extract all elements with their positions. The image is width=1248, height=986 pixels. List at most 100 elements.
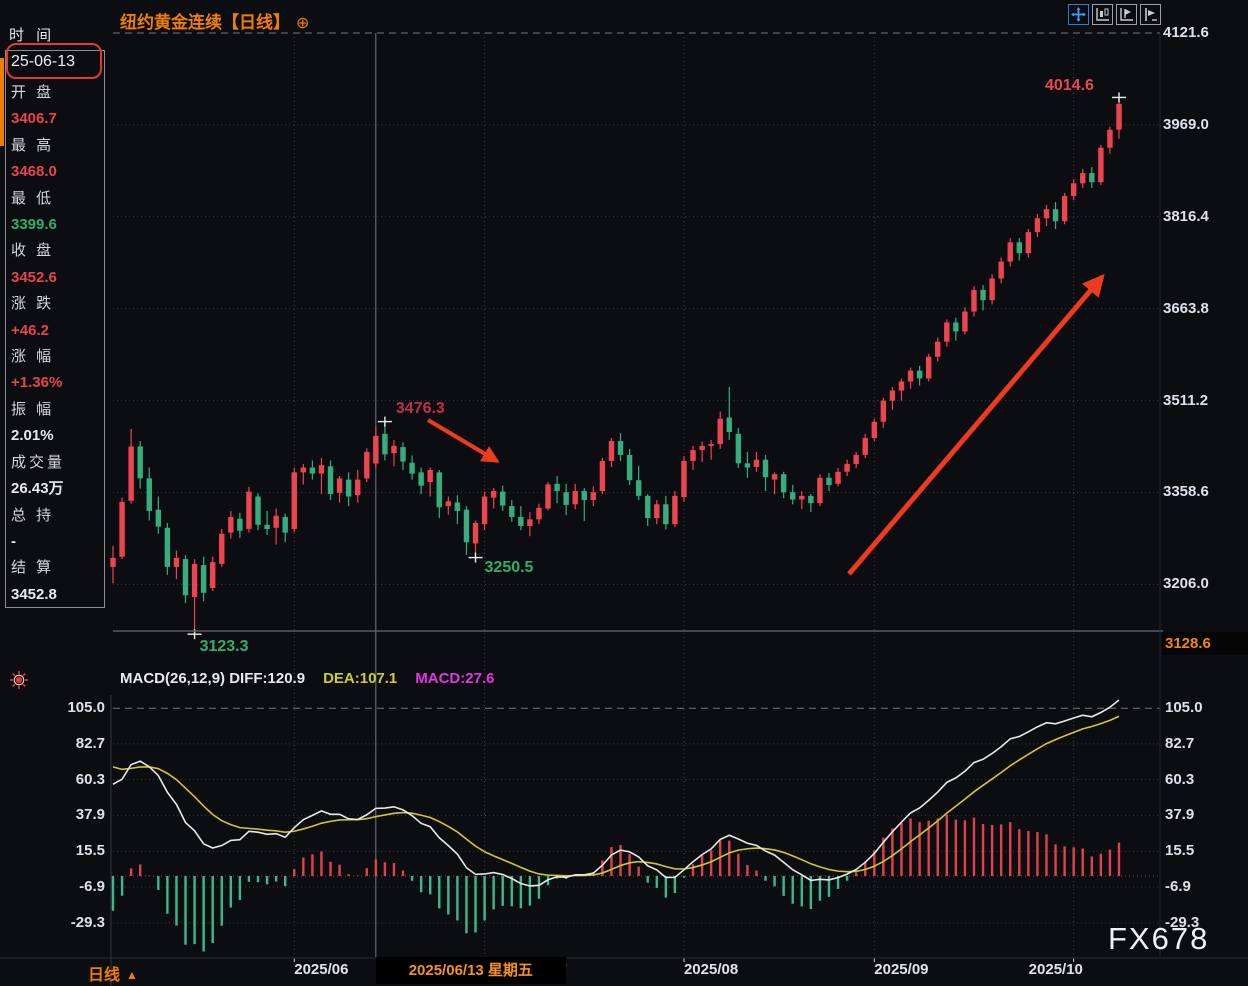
candle-body: [400, 447, 405, 461]
candle-body: [636, 480, 641, 496]
candle-body: [754, 460, 759, 467]
candle-body: [582, 491, 587, 500]
candle-body: [672, 496, 677, 524]
candle-body: [201, 565, 206, 593]
candle-body: [962, 312, 967, 332]
chart-toolbar: [1068, 4, 1161, 25]
candle-body: [255, 496, 260, 524]
chart-title: 纽约黄金连续【日线】 ⊕: [120, 8, 309, 33]
quote-rows: 开 盘3406.7最 高3468.0最 低3399.6收 盘3452.6涨 跌+…: [11, 80, 65, 608]
candle-body: [654, 504, 659, 518]
candle-body: [491, 491, 496, 498]
candle-body: [364, 452, 369, 478]
candle-body: [989, 278, 994, 300]
candle-body: [382, 434, 387, 454]
diff-line: [113, 700, 1119, 886]
macd-readout: MACD(26,12,9) DIFF:120.9DEA:107.1MACD:27…: [120, 670, 494, 687]
candle-body: [219, 534, 224, 564]
candle-body: [600, 461, 605, 491]
candle-body: [1035, 218, 1040, 232]
candle-body: [1107, 130, 1112, 148]
candle-body: [772, 474, 777, 479]
candle-body: [953, 322, 958, 331]
price-scale-candle-icon[interactable]: [1092, 4, 1113, 25]
candle-body: [699, 446, 704, 450]
candle-body: [156, 510, 161, 527]
candle-body: [573, 491, 578, 504]
time-field-label: 时 间: [9, 24, 55, 45]
candle-body: [355, 480, 360, 496]
candle-body: [554, 484, 559, 491]
candle-body: [872, 422, 877, 438]
candle-body: [409, 463, 414, 474]
candle-body: [609, 441, 614, 461]
quote-row-value: +1.36%: [11, 370, 65, 396]
candle-body: [273, 516, 278, 528]
macd-readout-segment: MACD(26,12,9) DIFF:120.9: [120, 670, 305, 687]
candle-body: [210, 562, 215, 588]
candle-body: [971, 290, 976, 312]
candle-body: [518, 517, 523, 526]
candle-body: [690, 450, 695, 461]
candle-body: [237, 519, 242, 531]
candle-body: [708, 444, 713, 446]
candle-body: [328, 466, 333, 494]
candle-body: [527, 519, 532, 526]
candle-body: [853, 455, 858, 464]
quote-row-label: 成交量: [11, 450, 65, 476]
candle-body: [817, 478, 822, 503]
candle-body: [727, 418, 732, 432]
period-selector-label: 日线: [88, 967, 120, 984]
candle-body: [627, 455, 632, 480]
candle-body: [1053, 209, 1058, 221]
candle-body: [718, 419, 723, 444]
period-bracket: 【日线】: [222, 13, 290, 32]
crosshair-date-tooltip: 2025/06/13 星期五: [376, 957, 566, 984]
quote-row-label: 涨 跌: [11, 291, 65, 317]
candle-body: [563, 492, 568, 505]
quote-row-label: 结 算: [11, 555, 65, 581]
candle-body: [790, 492, 795, 499]
quote-row-value: 26.43万: [11, 476, 65, 502]
quote-row-value: -: [11, 529, 65, 555]
candle-body: [781, 474, 786, 492]
candle-body: [1098, 148, 1103, 182]
export-flag-icon[interactable]: [1140, 4, 1161, 25]
candle-body: [437, 472, 442, 507]
candlestick-series: [110, 97, 1121, 634]
candle-body: [1080, 173, 1085, 183]
macd-indicator: [113, 700, 1119, 951]
candle-body: [192, 564, 197, 597]
candle-body: [736, 434, 741, 464]
candle-body: [119, 502, 124, 557]
trend-arrow: [428, 420, 497, 461]
candle-body: [536, 508, 541, 519]
candle-body: [482, 496, 487, 524]
candle-body: [980, 290, 985, 300]
candle-body: [826, 478, 831, 485]
candle-body: [128, 446, 133, 500]
triangle-up-icon: ▲: [126, 968, 138, 982]
quote-row-label: 开 盘: [11, 80, 65, 106]
candle-body: [228, 517, 233, 533]
candle-body: [645, 496, 650, 518]
quote-row-value: 3452.8: [11, 582, 65, 608]
candle-body: [346, 480, 351, 497]
candle-body: [926, 357, 931, 379]
quote-row-value: 2.01%: [11, 423, 65, 449]
quote-row-value: 3406.7: [11, 106, 65, 132]
move-crosshair-icon[interactable]: [1068, 4, 1089, 25]
quote-row-value: 3399.6: [11, 212, 65, 238]
quote-row-label: 振 幅: [11, 397, 65, 423]
candle-body: [890, 390, 895, 400]
candle-body: [1089, 173, 1094, 182]
expand-icon[interactable]: ⊕: [296, 15, 309, 32]
period-selector[interactable]: 日线 ▲: [88, 961, 138, 985]
chart-canvas[interactable]: [0, 0, 1248, 986]
quote-row-label: 最 高: [11, 133, 65, 159]
instrument-name: 纽约黄金连续: [120, 13, 222, 32]
quote-row-label: 总 持: [11, 503, 65, 529]
candle-body: [174, 558, 179, 567]
price-scale-flag-icon[interactable]: [1116, 4, 1137, 25]
indicator-settings-icon[interactable]: [9, 670, 29, 690]
